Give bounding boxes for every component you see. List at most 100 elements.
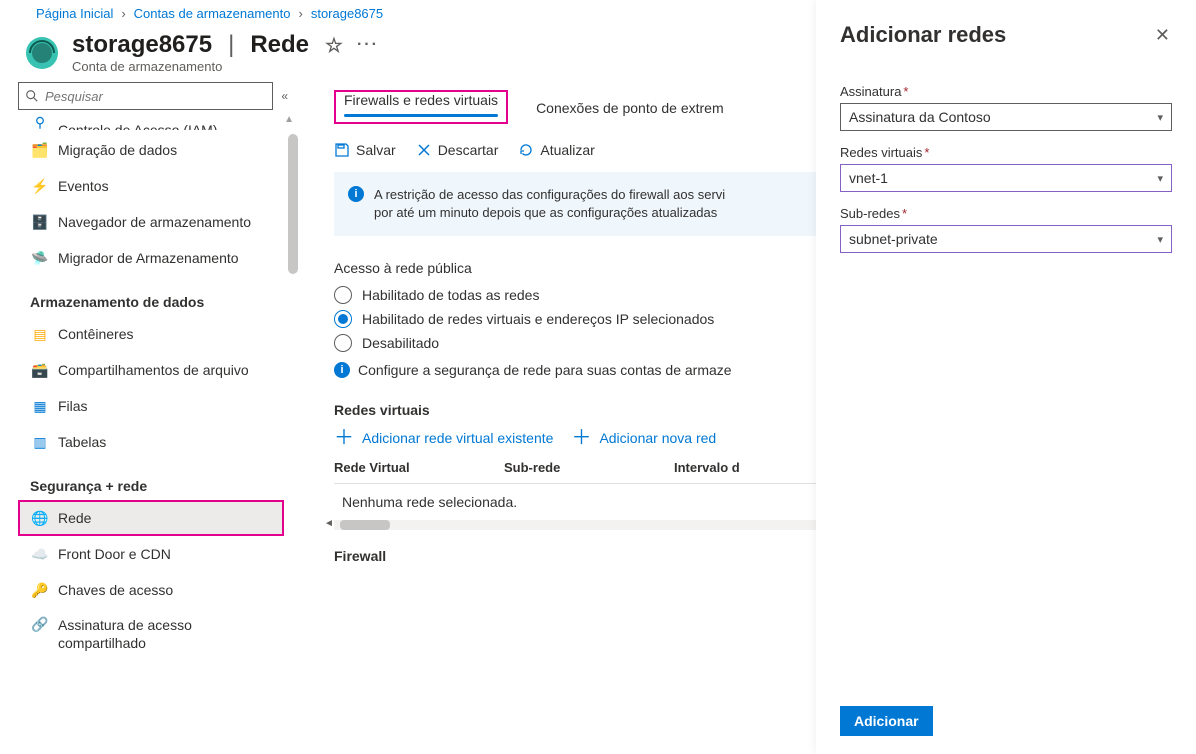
sidebar-item-tables[interactable]: ▥ Tabelas — [18, 424, 284, 460]
sidebar-item-label: Rede — [58, 510, 91, 526]
sas-icon: 🔗 — [32, 616, 48, 632]
sidebar-item-label: Chaves de acesso — [58, 582, 173, 598]
subscription-dropdown[interactable]: Assinatura da Contoso ▾ — [840, 103, 1172, 131]
button-label: Atualizar — [540, 142, 594, 158]
chevron-right-icon: › — [298, 6, 302, 21]
info-icon: i — [348, 186, 364, 202]
dropdown-value: Assinatura da Contoso — [849, 109, 991, 125]
breadcrumb-resource[interactable]: storage8675 — [311, 6, 383, 21]
key-icon: 🔑 — [32, 582, 48, 598]
tab-label: Conexões de ponto de extrem — [536, 100, 724, 116]
radio-icon[interactable] — [334, 334, 352, 352]
hint-text: Configure a segurança de rede para suas … — [358, 362, 732, 378]
sidebar-section-security: Segurança + rede — [18, 460, 284, 500]
sidebar-item-keys[interactable]: 🔑 Chaves de acesso — [18, 572, 284, 608]
collapse-sidebar-icon[interactable]: « — [281, 89, 288, 103]
save-icon — [334, 142, 350, 158]
add-new-vnet-button[interactable]: ＋ Adicionar nova red — [571, 430, 716, 446]
close-panel-button[interactable]: ✕ — [1155, 25, 1170, 46]
chevron-right-icon: › — [121, 6, 125, 21]
container-icon: ▤ — [32, 326, 48, 342]
chevron-down-icon: ▾ — [1157, 233, 1163, 246]
save-button[interactable]: Salvar — [334, 142, 396, 158]
sidebar-item-iam[interactable]: ⚲ Controle de Acesso (IAM) — [18, 114, 284, 132]
sidebar-item-label: Filas — [58, 398, 88, 414]
sidebar-item-label: Navegador de armazenamento — [58, 214, 251, 230]
scroll-up-icon[interactable]: ▲ — [284, 114, 294, 125]
sidebar-item-browser[interactable]: 🗄️ Navegador de armazenamento — [18, 204, 284, 240]
sidebar-item-label: Controle de Acesso (IAM) — [58, 122, 218, 132]
sidebar-item-label: Assinatura de acesso compartilhado — [58, 616, 272, 652]
page-title: storage8675 | Rede ☆ ··· — [72, 31, 379, 59]
radio-icon[interactable] — [334, 310, 352, 328]
add-networks-panel: Adicionar redes ✕ Assinatura* Assinatura… — [816, 0, 1196, 754]
link-label: Adicionar rede virtual existente — [362, 430, 553, 446]
sidebar-section-data: Armazenamento de dados — [18, 276, 284, 316]
breadcrumb-storage-accounts[interactable]: Contas de armazenamento — [134, 6, 291, 21]
scrollbar-thumb[interactable] — [288, 134, 298, 274]
cdn-icon: ☁️ — [32, 546, 48, 562]
sidebar-item-label: Contêineres — [58, 326, 134, 342]
dropdown-value: vnet-1 — [849, 170, 888, 186]
discard-button[interactable]: Descartar — [416, 142, 499, 158]
storage-account-icon — [24, 35, 60, 71]
sidebar-item-sas[interactable]: 🔗 Assinatura de acesso compartilhado — [18, 608, 284, 654]
info-message: A restrição de acesso das configurações … — [374, 186, 725, 222]
vnets-label: Redes virtuais* — [840, 145, 1172, 160]
button-label: Salvar — [356, 142, 396, 158]
sidebar-item-migrator[interactable]: 🛸 Migrador de Armazenamento — [18, 240, 284, 276]
col-vnet: Rede Virtual — [334, 460, 504, 475]
tab-private-endpoints[interactable]: Conexões de ponto de extrem — [536, 90, 724, 124]
lightning-icon: ⚡ — [32, 178, 48, 194]
info-icon: i — [334, 362, 350, 378]
search-input[interactable] — [45, 89, 266, 104]
fileshare-icon: 🗃️ — [32, 362, 48, 378]
scrollbar-thumb[interactable] — [340, 520, 390, 530]
table-icon: ▥ — [32, 434, 48, 450]
tab-firewalls[interactable]: Firewalls e redes virtuais — [334, 90, 508, 124]
chevron-down-icon: ▾ — [1157, 111, 1163, 124]
link-label: Adicionar nova red — [599, 430, 716, 446]
sidebar: « ▲ ⚲ Controle de Acesso (IAM) 🗂️ Migraç… — [0, 82, 298, 746]
vnets-dropdown[interactable]: vnet-1 ▾ — [840, 164, 1172, 192]
panel-title: Adicionar redes — [840, 22, 1006, 48]
favorite-star-icon[interactable]: ☆ — [325, 33, 343, 58]
sidebar-item-frontdoor[interactable]: ☁️ Front Door e CDN — [18, 536, 284, 572]
dropdown-value: subnet-private — [849, 231, 938, 247]
folder-icon: 🗄️ — [32, 214, 48, 230]
sidebar-item-label: Compartilhamentos de arquivo — [58, 362, 249, 378]
radio-label: Habilitado de redes virtuais e endereços… — [362, 311, 714, 327]
sidebar-item-migration[interactable]: 🗂️ Migração de dados — [18, 132, 284, 168]
sidebar-search[interactable] — [18, 82, 273, 110]
sidebar-item-queues[interactable]: ▦ Filas — [18, 388, 284, 424]
sidebar-item-label: Migração de dados — [58, 142, 177, 158]
sidebar-item-network[interactable]: 🌐 Rede — [18, 500, 284, 536]
tab-label: Firewalls e redes virtuais — [344, 92, 498, 108]
sidebar-item-label: Migrador de Armazenamento — [58, 250, 239, 266]
radio-label: Habilitado de todas as redes — [362, 287, 539, 303]
sidebar-item-events[interactable]: ⚡ Eventos — [18, 168, 284, 204]
queue-icon: ▦ — [32, 398, 48, 414]
refresh-icon — [518, 142, 534, 158]
sidebar-item-label: Front Door e CDN — [58, 546, 171, 562]
person-icon: ⚲ — [32, 114, 48, 130]
sidebar-item-label: Tabelas — [58, 434, 106, 450]
refresh-button[interactable]: Atualizar — [518, 142, 594, 158]
title-separator: | — [228, 31, 234, 59]
scroll-left-icon[interactable]: ◄ — [324, 518, 334, 529]
more-menu-icon[interactable]: ··· — [357, 36, 379, 54]
radio-icon[interactable] — [334, 286, 352, 304]
globe-icon: 🌐 — [32, 510, 48, 526]
migration-icon: 🗂️ — [32, 142, 48, 158]
resource-type-label: Conta de armazenamento — [72, 59, 379, 74]
plus-icon: ＋ — [571, 431, 591, 445]
breadcrumb-home[interactable]: Página Inicial — [36, 6, 113, 21]
sidebar-item-containers[interactable]: ▤ Contêineres — [18, 316, 284, 352]
subnets-dropdown[interactable]: subnet-private ▾ — [840, 225, 1172, 253]
sidebar-item-fileshares[interactable]: 🗃️ Compartilhamentos de arquivo — [18, 352, 284, 388]
migrator-icon: 🛸 — [32, 250, 48, 266]
add-existing-vnet-button[interactable]: ＋ Adicionar rede virtual existente — [334, 430, 553, 446]
col-subnet: Sub-rede — [504, 460, 674, 475]
chevron-down-icon: ▾ — [1157, 172, 1163, 185]
add-button[interactable]: Adicionar — [840, 706, 933, 736]
